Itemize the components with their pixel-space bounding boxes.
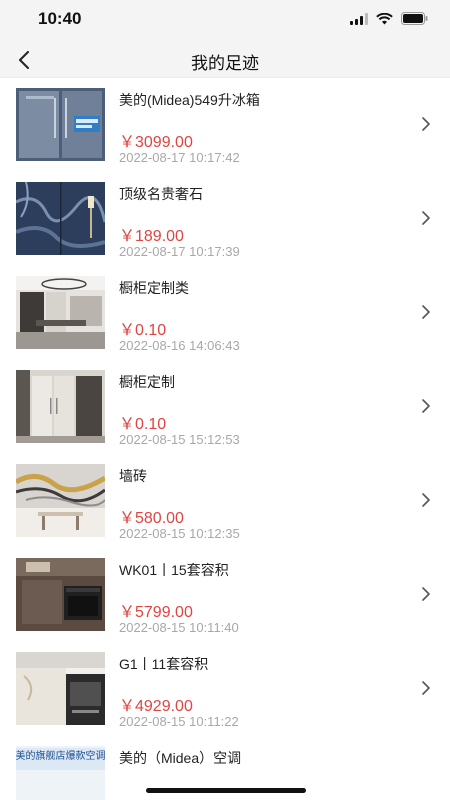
product-image-dishwasher — [16, 652, 105, 725]
navigation-bar: 我的足迹 — [0, 40, 450, 78]
product-image-wardrobe — [16, 370, 105, 443]
item-price: ￥580.00 — [119, 510, 184, 527]
home-indicator — [146, 788, 306, 793]
chevron-right-icon — [422, 587, 430, 601]
item-price: ￥0.10 — [119, 416, 167, 433]
item-time: 2022-08-17 10:17:39 — [119, 244, 240, 259]
wifi-icon — [376, 12, 393, 24]
item-time: 2022-08-15 10:11:40 — [119, 620, 239, 635]
chevron-right-icon — [422, 117, 430, 131]
item-title: 墙砖 — [119, 468, 147, 484]
chevron-right-icon — [422, 305, 430, 319]
ac-banner-text: 美的旗舰店爆款空调 — [16, 749, 105, 762]
battery-icon — [401, 12, 428, 25]
status-bar: 10:40 — [0, 0, 450, 40]
item-time: 2022-08-15 10:12:35 — [119, 526, 240, 541]
item-price: ￥4929.00 — [119, 698, 193, 715]
list-item[interactable]: 顶级名贵奢石 ￥189.00 2022-08-17 10:17:39 — [0, 172, 450, 266]
item-time: 2022-08-15 10:11:22 — [119, 714, 239, 729]
item-time: 2022-08-15 15:12:53 — [119, 432, 240, 447]
product-image-fridge — [16, 88, 105, 161]
status-time: 10:40 — [38, 9, 82, 28]
item-price: ￥189.00 — [119, 228, 184, 245]
product-image-built-in-oven — [16, 558, 105, 631]
item-title: 美的(Midea)549升冰箱 — [119, 92, 260, 108]
item-title: 顶级名贵奢石 — [119, 186, 203, 202]
chevron-right-icon — [422, 681, 430, 695]
item-price: ￥5799.00 — [119, 604, 193, 621]
item-time: 2022-08-17 10:17:42 — [119, 150, 240, 165]
chevron-right-icon — [422, 211, 430, 225]
item-title: 橱柜定制 — [119, 374, 175, 390]
item-title: 美的（Midea）空调 — [119, 750, 242, 766]
list-item[interactable]: 橱柜定制类 ￥0.10 2022-08-16 14:06:43 — [0, 266, 450, 360]
item-price: ￥0.10 — [119, 322, 167, 339]
list-item[interactable]: 橱柜定制 ￥0.10 2022-08-15 15:12:53 — [0, 360, 450, 454]
item-title: 橱柜定制类 — [119, 280, 189, 296]
cellular-signal-icon — [350, 12, 368, 25]
product-image-air-conditioner: 美的旗舰店爆款空调 — [16, 746, 105, 800]
chevron-right-icon — [422, 493, 430, 507]
item-title: WK01丨15套容积 — [119, 562, 229, 578]
item-price: ￥3099.00 — [119, 134, 193, 151]
item-time: 2022-08-16 14:06:43 — [119, 338, 240, 353]
list-item[interactable]: 美的(Midea)549升冰箱 ￥3099.00 2022-08-17 10:1… — [0, 78, 450, 172]
list-item[interactable]: WK01丨15套容积 ￥5799.00 2022-08-15 10:11:40 — [0, 548, 450, 642]
history-list: 美的(Midea)549升冰箱 ￥3099.00 2022-08-17 10:1… — [0, 78, 450, 800]
list-item[interactable]: 墙砖 ￥580.00 2022-08-15 10:12:35 — [0, 454, 450, 548]
product-image-marble-stone — [16, 182, 105, 255]
product-image-wall-tile — [16, 464, 105, 537]
page-title: 我的足迹 — [191, 54, 259, 73]
status-icons — [350, 12, 428, 25]
chevron-right-icon — [422, 399, 430, 413]
list-item[interactable]: G1丨11套容积 ￥4929.00 2022-08-15 10:11:22 — [0, 642, 450, 736]
item-title: G1丨11套容积 — [119, 656, 209, 672]
product-image-kitchen-room — [16, 276, 105, 349]
